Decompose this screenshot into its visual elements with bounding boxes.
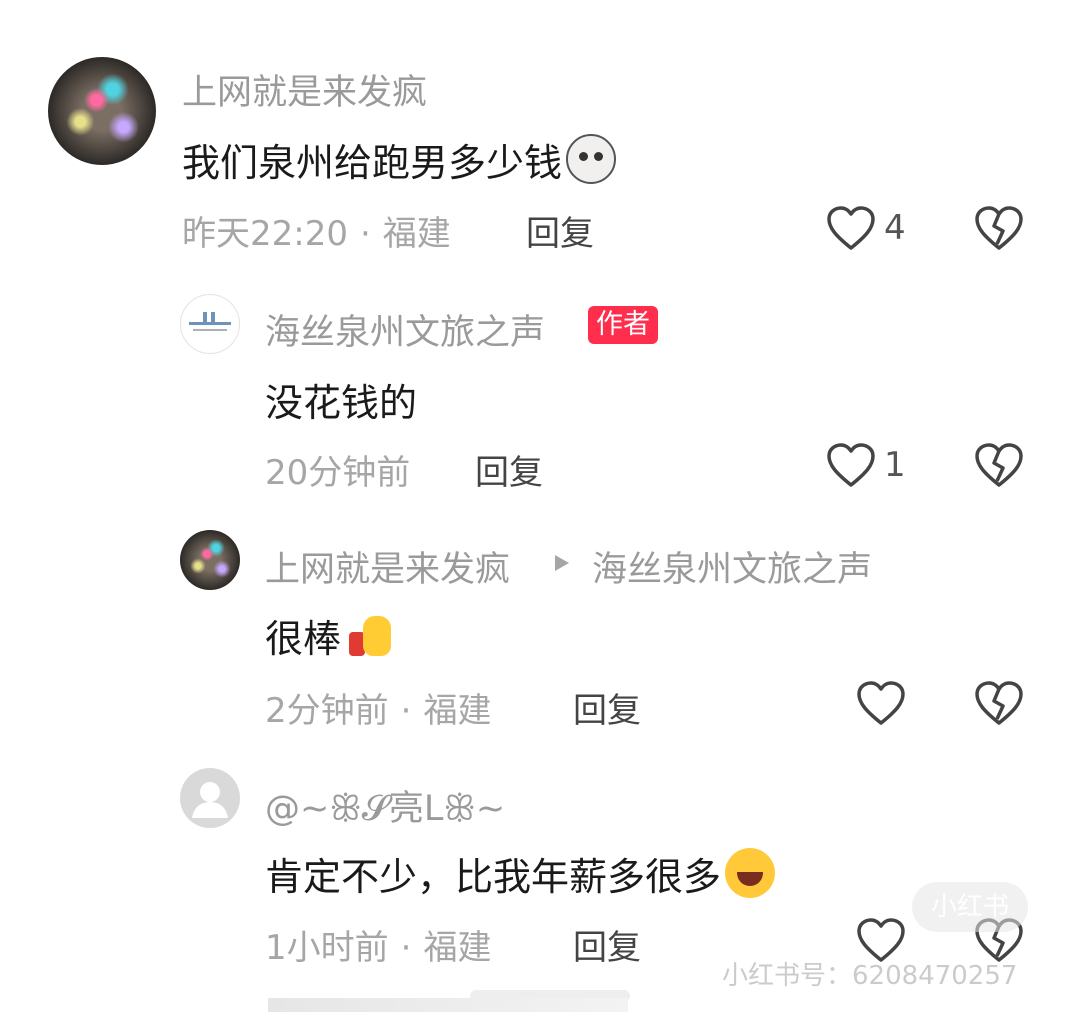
comment-text-content: 很棒	[265, 617, 342, 661]
watermark-text: 小红书号：6208470257	[722, 961, 1018, 991]
reply-button[interactable]: 回复	[573, 920, 641, 969]
comment-time: 1小时前	[265, 928, 389, 968]
avatar[interactable]	[180, 294, 240, 354]
meta-separator: ·	[359, 214, 371, 254]
author-badge: 作者	[588, 306, 658, 344]
comment-text: 没花钱的	[265, 381, 418, 425]
cutoff-content	[268, 998, 628, 1012]
comment-username[interactable]: 海丝泉州文旅之声	[265, 304, 545, 355]
meta-separator: ·	[400, 928, 412, 968]
comment-time: 20分钟前	[265, 453, 411, 493]
comment-time: 昨天22:20	[182, 214, 348, 254]
comment-username[interactable]: @~ꕥ𝓢亮Lꕥ~	[265, 780, 505, 831]
reply-button[interactable]: 回复	[475, 445, 543, 494]
broken-heart-icon[interactable]	[974, 206, 1024, 252]
avatar[interactable]	[180, 768, 240, 828]
cat-emoji-icon	[566, 134, 617, 184]
heart-icon[interactable]	[826, 206, 876, 252]
default-user-icon	[192, 782, 228, 818]
logo-icon	[189, 312, 231, 331]
comment-meta: 昨天22:20 · 福建	[182, 206, 451, 255]
reply-button[interactable]: 回复	[526, 206, 594, 255]
reply-target-username[interactable]: 海丝泉州文旅之声	[592, 541, 872, 592]
comment-text-content: 我们泉州给跑男多少钱	[182, 141, 563, 185]
avatar[interactable]	[180, 530, 240, 590]
comment-meta: 20分钟前	[265, 445, 410, 494]
comment-text: 很棒	[265, 608, 395, 663]
broken-heart-icon[interactable]	[974, 681, 1024, 727]
comment-meta: 1小时前 · 福建	[265, 920, 491, 969]
comment-meta: 2分钟前 · 福建	[265, 683, 491, 732]
comment-location: 福建	[423, 691, 492, 731]
comment-text: 我们泉州给跑男多少钱	[182, 132, 617, 187]
comment-username[interactable]: 上网就是来发疯	[182, 64, 427, 115]
meta-separator: ·	[400, 691, 412, 731]
heart-icon[interactable]	[856, 681, 906, 727]
watermark-badge: 小红书	[912, 882, 1028, 932]
comment-location: 福建	[423, 928, 492, 968]
comment-location: 福建	[382, 214, 451, 254]
thumbs-up-emoji-icon	[345, 610, 395, 660]
reply-button[interactable]: 回复	[573, 683, 641, 732]
broken-heart-icon[interactable]	[974, 443, 1024, 489]
comment-time: 2分钟前	[265, 691, 389, 731]
heart-icon[interactable]	[826, 443, 876, 489]
comment-text-content: 肯定不少，比我年薪多很多	[265, 855, 722, 899]
comment-username[interactable]: 上网就是来发疯	[265, 541, 510, 592]
like-count: 1	[884, 445, 906, 485]
like-count: 4	[884, 208, 906, 248]
play-arrow-icon	[555, 555, 569, 571]
comment-text: 肯定不少，比我年薪多很多	[265, 846, 776, 901]
avatar[interactable]	[48, 57, 156, 165]
crying-laughing-emoji-icon	[725, 848, 776, 898]
